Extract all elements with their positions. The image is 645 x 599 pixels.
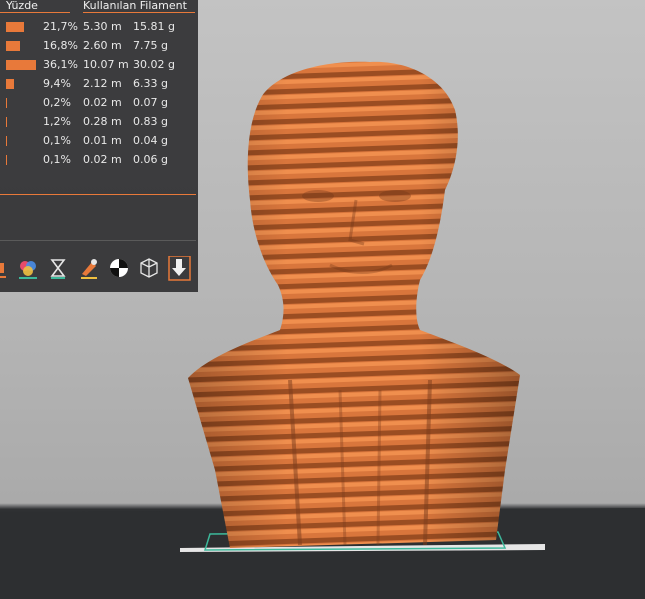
filament-usage-panel: Yüzde Kullanılan Filament 21,7% 5.30 m 15.… bbox=[0, 0, 198, 292]
export-download-icon[interactable] bbox=[168, 256, 191, 281]
usage-percent: 9,4% bbox=[43, 77, 71, 90]
filament-length: 2.60 m bbox=[83, 39, 122, 52]
panel-divider bbox=[0, 194, 196, 195]
filament-row: 0,1% 0.01 m 0.04 g bbox=[0, 132, 198, 151]
filament-weight: 0.04 g bbox=[133, 134, 168, 147]
paint-brush-icon[interactable] bbox=[78, 256, 100, 280]
usage-percent: 36,1% bbox=[43, 58, 78, 71]
filament-weight: 7.75 g bbox=[133, 39, 168, 52]
filament-length: 10.07 m bbox=[83, 58, 129, 71]
filament-length: 2.12 m bbox=[83, 77, 122, 90]
filament-row: 1,2% 0.28 m 0.83 g bbox=[0, 113, 198, 132]
color-print-icon[interactable] bbox=[17, 256, 39, 280]
line-type-icon[interactable] bbox=[0, 256, 18, 280]
filament-row: 9,4% 2.12 m 6.33 g bbox=[0, 75, 198, 94]
filament-length: 5.30 m bbox=[83, 20, 122, 33]
header-divider-left bbox=[0, 12, 70, 13]
filament-length: 0.28 m bbox=[83, 115, 122, 128]
usage-bar bbox=[6, 136, 7, 146]
toolbar-divider bbox=[0, 240, 196, 241]
print-time-icon[interactable] bbox=[47, 256, 69, 280]
filament-weight: 6.33 g bbox=[133, 77, 168, 90]
usage-bar bbox=[6, 22, 24, 32]
usage-bar bbox=[6, 117, 7, 127]
wireframe-cube-icon[interactable] bbox=[138, 256, 160, 280]
filament-row: 21,7% 5.30 m 15.81 g bbox=[0, 18, 198, 37]
used-filament-column-header: Kullanılan Filament bbox=[83, 0, 187, 12]
filament-weight: 0.07 g bbox=[133, 96, 168, 109]
filament-length: 0.02 m bbox=[83, 96, 122, 109]
header-divider-right bbox=[83, 12, 195, 13]
filament-color-icon[interactable] bbox=[108, 256, 130, 280]
percent-column-header: Yüzde bbox=[6, 0, 38, 12]
filament-weight: 0.83 g bbox=[133, 115, 168, 128]
usage-percent: 0,1% bbox=[43, 134, 71, 147]
filament-length: 0.01 m bbox=[83, 134, 122, 147]
usage-percent: 1,2% bbox=[43, 115, 71, 128]
usage-percent: 0,1% bbox=[43, 153, 71, 166]
usage-bar bbox=[6, 98, 7, 108]
usage-percent: 21,7% bbox=[43, 20, 78, 33]
filament-row: 36,1% 10.07 m 30.02 g bbox=[0, 56, 198, 75]
bust-model bbox=[188, 61, 520, 549]
usage-percent: 0,2% bbox=[43, 96, 71, 109]
filament-weight: 30.02 g bbox=[133, 58, 175, 71]
filament-row: 0,2% 0.02 m 0.07 g bbox=[0, 94, 198, 113]
usage-bar bbox=[6, 41, 20, 51]
filament-length: 0.02 m bbox=[83, 153, 122, 166]
usage-bar bbox=[6, 155, 7, 165]
filament-row: 0,1% 0.02 m 0.06 g bbox=[0, 151, 198, 170]
usage-bar bbox=[6, 79, 14, 89]
filament-row: 16,8% 2.60 m 7.75 g bbox=[0, 37, 198, 56]
filament-weight: 0.06 g bbox=[133, 153, 168, 166]
filament-weight: 15.81 g bbox=[133, 20, 175, 33]
usage-bar bbox=[6, 60, 36, 70]
usage-percent: 16,8% bbox=[43, 39, 78, 52]
